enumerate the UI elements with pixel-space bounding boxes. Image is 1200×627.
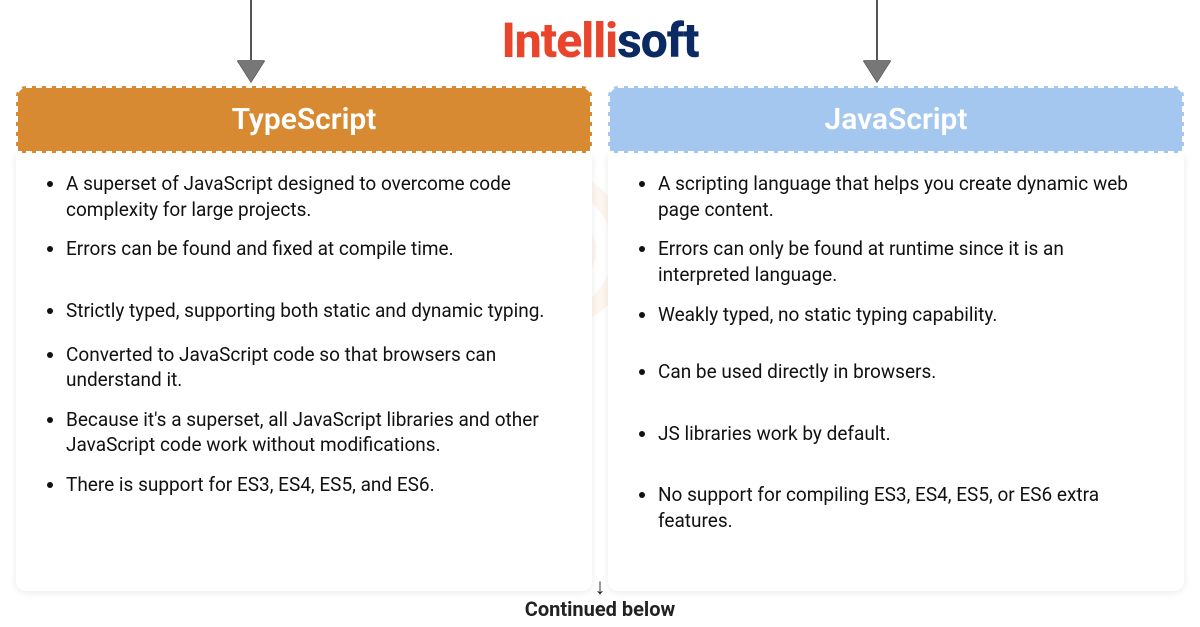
brand-part2: soft <box>617 12 698 69</box>
column-body-javascript: A scripting language that helps you crea… <box>608 153 1184 591</box>
list-item: Weakly typed, no static typing capabilit… <box>658 302 1158 328</box>
typescript-list: A superset of JavaScript designed to ove… <box>42 171 566 498</box>
list-item: Errors can only be found at runtime sinc… <box>658 236 1158 287</box>
column-typescript: TypeScript A superset of JavaScript desi… <box>16 86 592 591</box>
brand-part1: Intelli <box>502 12 618 69</box>
list-item: Strictly typed, supporting both static a… <box>66 298 566 324</box>
continued-label: Continued below <box>525 597 675 621</box>
continued-below: ↓ Continued below <box>525 577 675 621</box>
list-item: JS libraries work by default. <box>658 421 1158 447</box>
list-item: Can be used directly in browsers. <box>658 359 1158 385</box>
list-item: A scripting language that helps you crea… <box>658 171 1158 222</box>
column-header-javascript: JavaScript <box>608 86 1184 153</box>
list-item: A superset of JavaScript designed to ove… <box>66 171 566 222</box>
list-item: Because it's a superset, all JavaScript … <box>66 407 566 458</box>
column-body-typescript: A superset of JavaScript designed to ove… <box>16 153 592 591</box>
column-header-typescript: TypeScript <box>16 86 592 153</box>
brand-logo: Intellisoft <box>502 12 699 69</box>
comparison-columns: TypeScript A superset of JavaScript desi… <box>16 86 1184 591</box>
column-javascript: JavaScript A scripting language that hel… <box>608 86 1184 591</box>
arrow-down-icon: ↓ <box>525 577 675 599</box>
javascript-list: A scripting language that helps you crea… <box>634 171 1158 534</box>
list-item: No support for compiling ES3, ES4, ES5, … <box>658 482 1158 533</box>
list-item: There is support for ES3, ES4, ES5, and … <box>66 472 566 498</box>
list-item: Converted to JavaScript code so that bro… <box>66 342 566 393</box>
pushpin-icon <box>250 0 252 72</box>
list-item: Errors can be found and fixed at compile… <box>66 236 566 262</box>
pushpin-icon <box>876 0 878 72</box>
